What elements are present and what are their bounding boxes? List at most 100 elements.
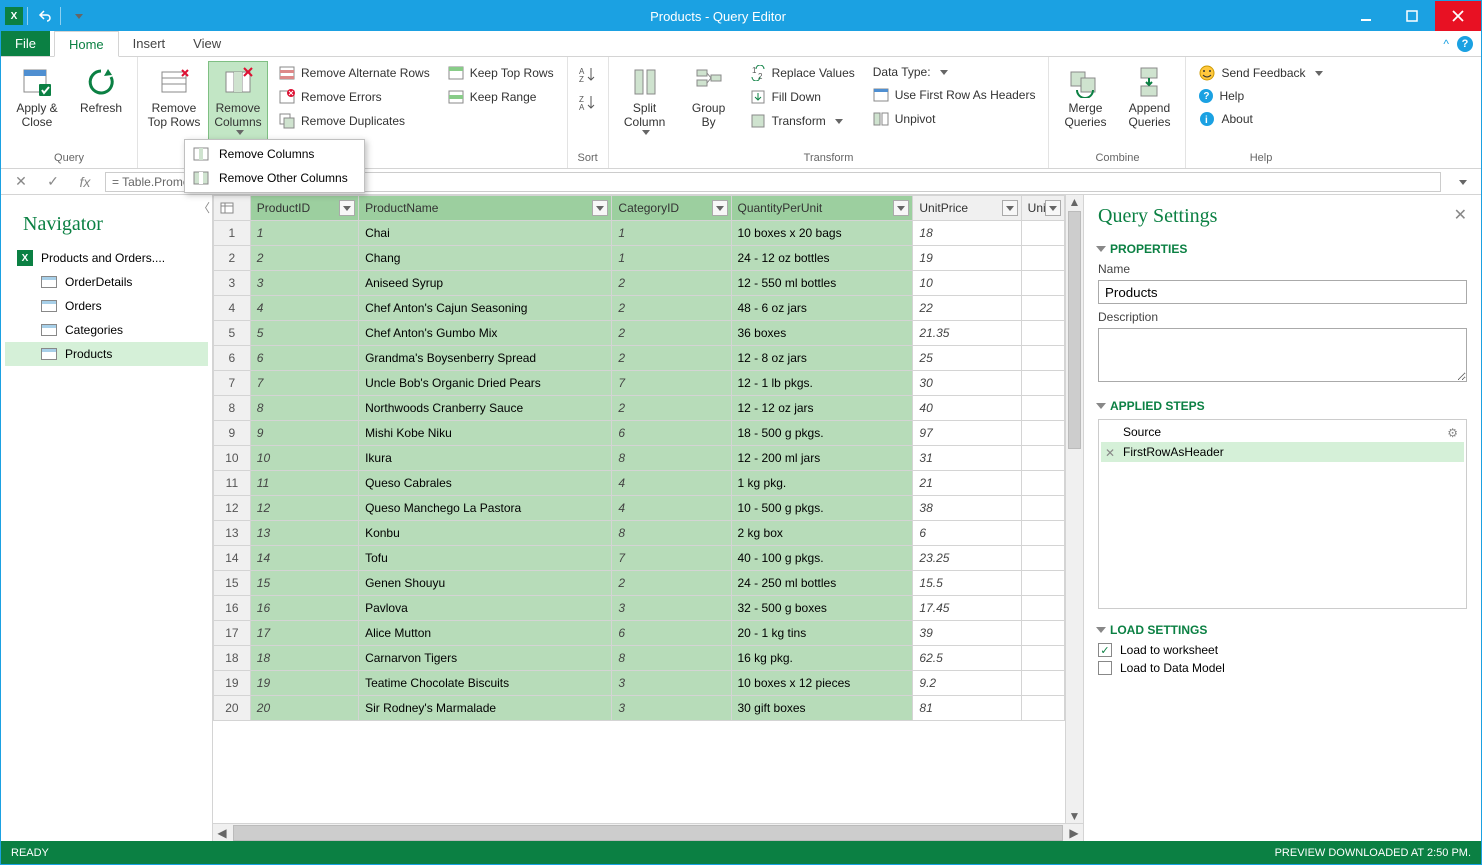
fx-accept[interactable]: ✓ (41, 173, 65, 190)
fx-cancel[interactable]: ✕ (9, 173, 33, 190)
nav-item-products[interactable]: Products (5, 342, 208, 366)
split-column-button[interactable]: Split Column (615, 61, 675, 150)
transform-menu-button[interactable]: Transform (743, 109, 862, 133)
apply-and-close-button[interactable]: Apply & Close (7, 61, 67, 150)
row-number[interactable]: 4 (214, 296, 251, 321)
column-header-unit[interactable]: Unit (1021, 196, 1064, 221)
table-row[interactable]: 77Uncle Bob's Organic Dried Pears712 - 1… (214, 371, 1065, 396)
row-number[interactable]: 13 (214, 521, 251, 546)
table-row[interactable]: 1515Genen Shouyu224 - 250 ml bottles15.5 (214, 571, 1065, 596)
load-settings-section[interactable]: LOAD SETTINGS (1098, 623, 1467, 637)
step-firstrowasheader[interactable]: ✕FirstRowAsHeader (1101, 442, 1464, 462)
group-by-button[interactable]: Group By (679, 61, 739, 150)
about-button[interactable]: iAbout (1192, 107, 1329, 131)
row-number[interactable]: 14 (214, 546, 251, 571)
vertical-scrollbar[interactable]: ▲ ▼ (1065, 195, 1083, 823)
delete-step-icon[interactable]: ✕ (1105, 446, 1115, 460)
table-row[interactable]: 88Northwoods Cranberry Sauce212 - 12 oz … (214, 396, 1065, 421)
table-row[interactable]: 55Chef Anton's Gumbo Mix236 boxes21.35 (214, 321, 1065, 346)
row-number[interactable]: 8 (214, 396, 251, 421)
applied-steps-section[interactable]: APPLIED STEPS (1098, 399, 1467, 413)
sort-desc-button[interactable]: ZA (574, 89, 602, 117)
data-type-button[interactable]: Data Type: (866, 61, 1043, 83)
row-number[interactable]: 10 (214, 446, 251, 471)
table-row[interactable]: 99Mishi Kobe Niku618 - 500 g pkgs.97 (214, 421, 1065, 446)
ribbon-collapse-icon[interactable]: ^ (1443, 37, 1449, 51)
table-row[interactable]: 1010Ikura812 - 200 ml jars31 (214, 446, 1065, 471)
dd-remove-columns[interactable]: Remove Columns (187, 142, 362, 166)
table-row[interactable]: 22Chang124 - 12 oz bottles19 (214, 246, 1065, 271)
tab-view[interactable]: View (179, 31, 235, 56)
fx-expand[interactable] (1449, 174, 1473, 190)
row-number[interactable]: 1 (214, 221, 251, 246)
sort-asc-button[interactable]: AZ (574, 61, 602, 89)
row-number[interactable]: 11 (214, 471, 251, 496)
query-name-input[interactable] (1098, 280, 1467, 304)
row-number[interactable]: 6 (214, 346, 251, 371)
table-row[interactable]: 1313Konbu82 kg box6 (214, 521, 1065, 546)
horizontal-scrollbar[interactable]: ◀▶ (213, 823, 1083, 841)
table-row[interactable]: 11Chai110 boxes x 20 bags18 (214, 221, 1065, 246)
row-number[interactable]: 15 (214, 571, 251, 596)
gear-icon[interactable]: ⚙ (1447, 426, 1458, 440)
data-table[interactable]: ProductIDProductNameCategoryIDQuantityPe… (213, 195, 1065, 721)
qat-undo[interactable] (32, 4, 56, 28)
row-number[interactable]: 17 (214, 621, 251, 646)
keep-range-button[interactable]: Keep Range (441, 85, 561, 109)
nav-item-orderdetails[interactable]: OrderDetails (5, 270, 208, 294)
remove-top-rows-button[interactable]: Remove Top Rows (144, 61, 204, 150)
load-to-worksheet-checkbox[interactable]: ✓Load to worksheet (1098, 643, 1467, 657)
maximize-button[interactable] (1389, 1, 1435, 31)
table-row[interactable]: 33Aniseed Syrup212 - 550 ml bottles10 (214, 271, 1065, 296)
column-header-productid[interactable]: ProductID (250, 196, 358, 221)
table-row[interactable]: 1919Teatime Chocolate Biscuits310 boxes … (214, 671, 1065, 696)
table-row[interactable]: 1818Carnarvon Tigers816 kg pkg.62.5 (214, 646, 1065, 671)
close-button[interactable] (1435, 1, 1481, 31)
column-header-quantityperunit[interactable]: QuantityPerUnit (731, 196, 913, 221)
nav-root[interactable]: Products and Orders.... (5, 246, 208, 270)
navigator-collapse-icon[interactable]: 〈 (198, 199, 210, 216)
filter-icon[interactable] (712, 200, 728, 216)
remove-alternate-rows-button[interactable]: Remove Alternate Rows (272, 61, 437, 85)
unpivot-button[interactable]: Unpivot (866, 107, 1043, 131)
help-button[interactable]: ?Help (1192, 85, 1329, 107)
table-row[interactable]: 2020Sir Rodney's Marmalade330 gift boxes… (214, 696, 1065, 721)
table-row[interactable]: 1111Queso Cabrales41 kg pkg.21 (214, 471, 1065, 496)
remove-columns-button[interactable]: Remove Columns (208, 61, 268, 150)
refresh-button[interactable]: Refresh (71, 61, 131, 150)
send-feedback-button[interactable]: Send Feedback (1192, 61, 1329, 85)
query-settings-close[interactable]: ✕ (1454, 205, 1467, 225)
qat-customize[interactable] (65, 4, 89, 28)
table-row[interactable]: 66Grandma's Boysenberry Spread212 - 8 oz… (214, 346, 1065, 371)
tab-file[interactable]: File (1, 31, 50, 56)
properties-section[interactable]: PROPERTIES (1098, 242, 1467, 256)
replace-values-button[interactable]: 12Replace Values (743, 61, 862, 85)
table-row[interactable]: 1616Pavlova332 - 500 g boxes17.45 (214, 596, 1065, 621)
row-number[interactable]: 20 (214, 696, 251, 721)
column-header-unitprice[interactable]: UnitPrice (913, 196, 1021, 221)
row-number[interactable]: 18 (214, 646, 251, 671)
row-number[interactable]: 12 (214, 496, 251, 521)
row-number[interactable]: 19 (214, 671, 251, 696)
row-number[interactable]: 16 (214, 596, 251, 621)
tab-home[interactable]: Home (54, 31, 119, 57)
filter-icon[interactable] (1002, 200, 1018, 216)
append-queries-button[interactable]: Append Queries (1119, 61, 1179, 150)
minimize-button[interactable] (1343, 1, 1389, 31)
tab-insert[interactable]: Insert (119, 31, 180, 56)
column-header-categoryid[interactable]: CategoryID (612, 196, 731, 221)
merge-queries-button[interactable]: Merge Queries (1055, 61, 1115, 150)
table-row[interactable]: 1717Alice Mutton620 - 1 kg tins39 (214, 621, 1065, 646)
corner-cell[interactable] (214, 196, 251, 221)
query-description-input[interactable] (1098, 328, 1467, 382)
filter-icon[interactable] (893, 200, 909, 216)
use-first-row-headers-button[interactable]: Use First Row As Headers (866, 83, 1043, 107)
column-header-productname[interactable]: ProductName (359, 196, 612, 221)
nav-item-categories[interactable]: Categories (5, 318, 208, 342)
dd-remove-other-columns[interactable]: Remove Other Columns (187, 166, 362, 190)
step-source[interactable]: Source⚙ (1101, 422, 1464, 442)
fill-down-button[interactable]: Fill Down (743, 85, 862, 109)
row-number[interactable]: 5 (214, 321, 251, 346)
row-number[interactable]: 9 (214, 421, 251, 446)
keep-top-rows-button[interactable]: Keep Top Rows (441, 61, 561, 85)
